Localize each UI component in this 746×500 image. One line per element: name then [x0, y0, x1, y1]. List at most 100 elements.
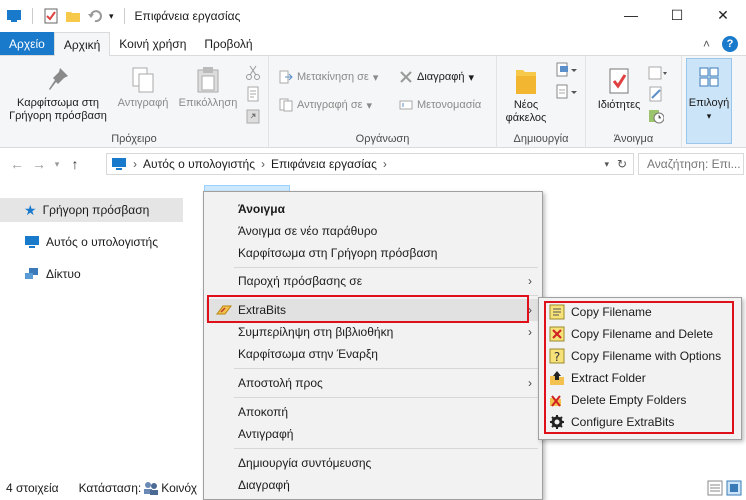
ribbon-tabs: Αρχείο Αρχική Κοινή χρήση Προβολή ˄ ?	[0, 32, 746, 57]
search-input[interactable]: Αναζήτηση: Επι...	[638, 153, 744, 175]
select-button[interactable]: Επιλογή ▾	[686, 58, 732, 144]
delete-label: Διαγραφή	[417, 71, 465, 83]
maximize-button[interactable]: ☐	[654, 0, 700, 30]
menu-item-label: Αποστολή προς	[238, 376, 323, 390]
tab-file[interactable]: Αρχείο	[0, 32, 54, 55]
menu-item-pin-quick-access[interactable]: Καρφίτσωμα στη Γρήγορη πρόσβαση	[206, 242, 540, 264]
group-label-open: Άνοιγμα	[613, 133, 654, 145]
copy-path-icon[interactable]	[245, 86, 261, 102]
nav-item-label: Αυτός ο υπολογιστής	[46, 235, 158, 249]
dropdown-arrow-icon: ▾	[706, 111, 712, 121]
refresh-icon[interactable]: ↻	[617, 157, 627, 171]
menu-item-copy[interactable]: Αντιγραφή	[206, 423, 540, 445]
menu-item-give-access[interactable]: Παροχή πρόσβασης σε ›	[206, 270, 540, 292]
select-grid-icon	[699, 67, 719, 87]
pin-quick-access-button[interactable]: Καρφίτσωμα στη Γρήγορη πρόσβαση	[4, 66, 112, 123]
close-button[interactable]: ✕	[700, 0, 746, 30]
edit-icon[interactable]	[648, 86, 664, 102]
highlight-box-extrabits	[207, 295, 529, 323]
new-folder-quick-icon[interactable]	[65, 8, 81, 24]
details-view-icon[interactable]	[707, 480, 723, 496]
breadcrumb-this-pc[interactable]: Αυτός ο υπολογιστής	[143, 157, 255, 171]
menu-item-include-library[interactable]: Συμπερίληψη στη βιβλιοθήκη ›	[206, 321, 540, 343]
up-icon[interactable]: ↑	[64, 156, 86, 172]
breadcrumb-separator-icon: ›	[133, 157, 137, 171]
breadcrumb-desktop[interactable]: Επιφάνεια εργασίας	[271, 157, 377, 171]
copy-to-button[interactable]: Αντιγραφή σε ▾	[279, 98, 372, 112]
new-folder-icon	[516, 70, 536, 94]
open-icon[interactable]	[648, 66, 668, 80]
undo-icon[interactable]	[87, 8, 103, 24]
menu-item-delete[interactable]: Διαγραφή	[206, 474, 540, 496]
highlight-box-submenu	[544, 301, 734, 434]
menu-item-open-new-window[interactable]: Άνοιγμα σε νέο παράθυρο	[206, 220, 540, 242]
rename-button[interactable]: Μετονομασία	[399, 98, 481, 112]
forward-icon[interactable]: →	[28, 156, 50, 172]
new-folder-label-2: φάκελος	[505, 112, 547, 124]
tab-home[interactable]: Αρχική	[53, 32, 111, 57]
minimize-button[interactable]: —	[608, 0, 654, 30]
move-to-label: Μετακίνηση σε	[297, 71, 369, 83]
paste-button[interactable]: Επικόλληση	[176, 66, 240, 110]
nav-item-this-pc[interactable]: Αυτός ο υπολογιστής	[0, 230, 184, 254]
title-bar: ▾ Επιφάνεια εργασίας — ☐ ✕	[0, 0, 746, 32]
state-label: Κατάσταση:	[78, 481, 142, 495]
history-icon[interactable]	[648, 108, 664, 124]
new-item-icon[interactable]	[555, 62, 577, 78]
window-icon	[7, 10, 21, 22]
properties-quick-icon[interactable]	[43, 8, 59, 24]
cut-icon[interactable]	[245, 64, 261, 80]
window-title: Επιφάνεια εργασίας	[134, 9, 241, 23]
star-icon: ★	[24, 201, 37, 218]
menu-item-send-to[interactable]: Αποστολή προς ›	[206, 372, 540, 394]
back-icon[interactable]: ←	[6, 156, 28, 172]
copy-button[interactable]: Αντιγραφή	[114, 66, 172, 110]
menu-item-create-shortcut[interactable]: Δημιουργία συντόμευσης	[206, 452, 540, 474]
pin-label: Καρφίτσωμα στη Γρήγορη πρόσβαση	[9, 97, 107, 122]
state-value: Κοινόχ	[161, 481, 198, 495]
dropdown-arrow-icon: ▾	[366, 99, 373, 112]
address-dropdown-icon[interactable]: ▾	[604, 159, 609, 170]
nav-item-network[interactable]: Δίκτυο	[0, 262, 184, 286]
new-folder-button[interactable]: Νέος φάκελος	[503, 66, 549, 125]
group-label-new: Δημιουργία	[513, 133, 569, 145]
ribbon-collapse-icon[interactable]: ˄	[703, 37, 710, 51]
large-icons-view-icon[interactable]	[726, 480, 742, 496]
nav-item-quick-access[interactable]: ★ Γρήγορη πρόσβαση	[0, 198, 183, 222]
tab-share[interactable]: Κοινή χρήση	[110, 32, 195, 55]
properties-label: Ιδιότητες	[597, 99, 641, 111]
nav-item-label: Δίκτυο	[46, 267, 81, 281]
paste-label: Επικόλληση	[178, 97, 238, 109]
qa-dropdown-icon[interactable]: ▾	[109, 11, 114, 22]
tab-view[interactable]: Προβολή	[195, 32, 261, 55]
pin-icon	[49, 68, 68, 90]
window-controls: — ☐ ✕	[608, 0, 746, 30]
nav-item-label: Γρήγορη πρόσβαση	[42, 203, 150, 217]
network-icon	[25, 268, 38, 279]
paste-shortcut-icon[interactable]	[245, 108, 261, 124]
navigation-pane: ★ Γρήγορη πρόσβαση Αυτός ο υπολογιστής Δ…	[0, 180, 184, 470]
delete-button[interactable]: Διαγραφή ▾	[399, 70, 474, 84]
move-to-icon	[279, 70, 293, 84]
menu-item-open[interactable]: Άνοιγμα	[206, 198, 540, 220]
copy-icon	[132, 67, 154, 93]
menu-item-cut[interactable]: Αποκοπή	[206, 401, 540, 423]
address-bar[interactable]: › Αυτός ο υπολογιστής › Επιφάνεια εργασί…	[106, 153, 634, 175]
help-icon[interactable]: ?	[722, 35, 738, 52]
new-folder-label: Νέος	[513, 99, 539, 111]
recent-locations-icon[interactable]: ▾	[50, 159, 64, 170]
copy-label: Αντιγραφή	[117, 97, 169, 109]
quick-access-toolbar: ▾	[0, 8, 129, 24]
breadcrumb-separator-icon: ›	[260, 157, 265, 171]
divider	[123, 8, 125, 24]
computer-icon	[25, 236, 39, 248]
easy-access-icon[interactable]	[555, 84, 577, 100]
dropdown-arrow-icon: ▾	[372, 71, 379, 84]
group-label-organize: Οργάνωση	[355, 133, 410, 145]
move-to-button[interactable]: Μετακίνηση σε ▾	[279, 70, 378, 84]
properties-button[interactable]: Ιδιότητες	[592, 66, 646, 112]
ribbon: Καρφίτσωμα στη Γρήγορη πρόσβαση Αντιγραφ…	[0, 56, 746, 148]
shared-users-icon	[144, 482, 159, 495]
menu-item-pin-start[interactable]: Καρφίτσωμα στην Έναρξη	[206, 343, 540, 365]
menu-separator	[234, 397, 538, 398]
